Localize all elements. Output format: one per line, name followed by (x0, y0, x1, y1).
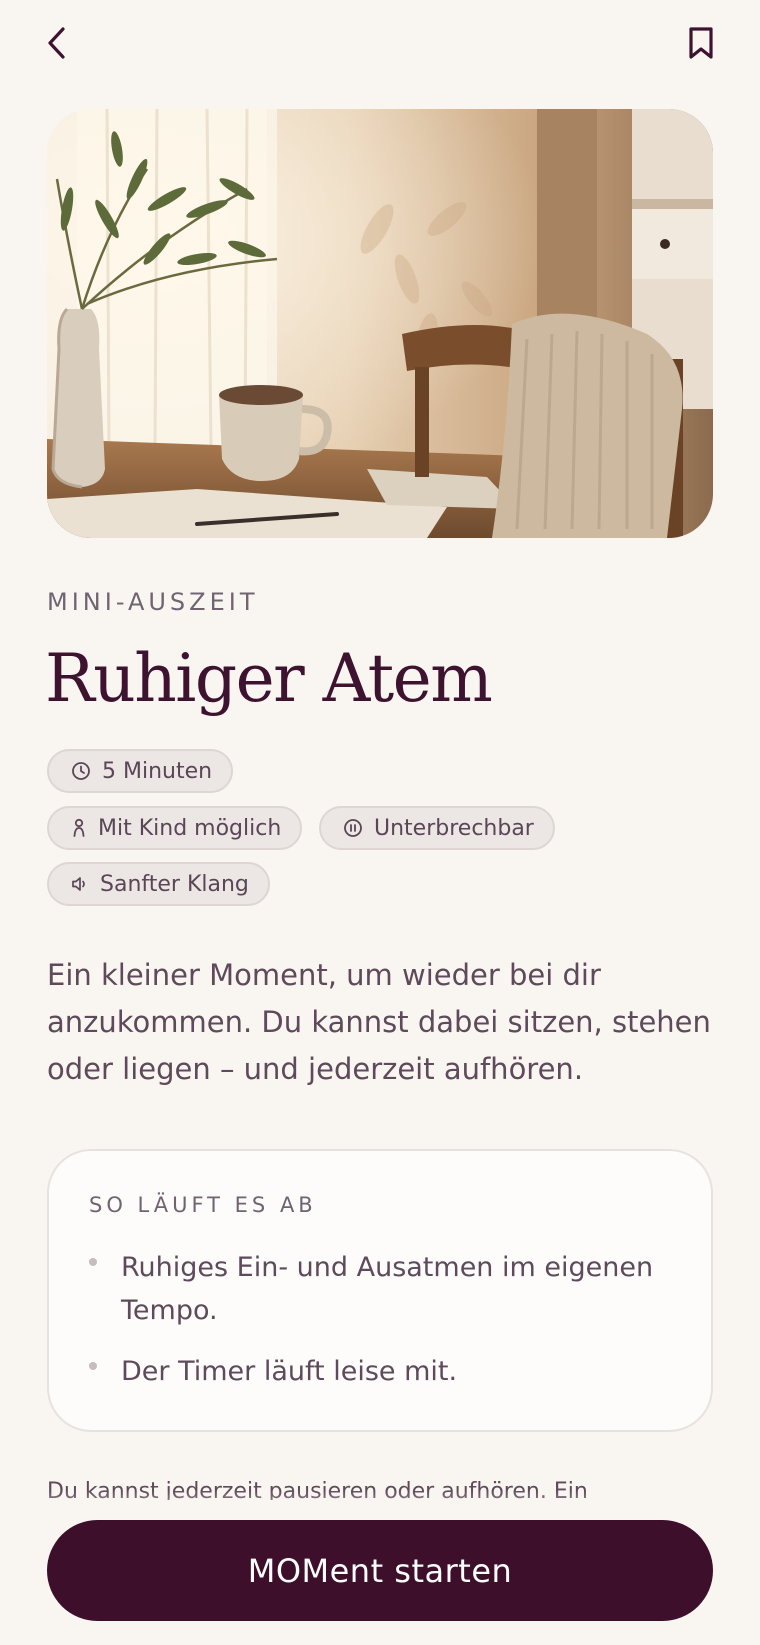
person-icon (73, 818, 85, 837)
bullet-dot (89, 1258, 97, 1266)
page-title: Ruhiger Atem (45, 640, 493, 717)
bookmark-icon (689, 27, 713, 59)
list-item: Der Timer läuft leise mit. (89, 1350, 669, 1393)
pause-icon (344, 819, 362, 837)
bullet-dot (89, 1362, 97, 1370)
chip-sound: Sanfter Klang (47, 862, 270, 906)
description: Ein kleiner Moment, um wieder bei dir an… (47, 958, 711, 1086)
chip-label: Sanfter Klang (100, 871, 249, 897)
steps-heading: SO LÄUFT ES AB (89, 1193, 317, 1217)
list-item-text: Der Timer läuft leise mit. (121, 1356, 458, 1387)
hero-image (47, 109, 713, 538)
chip-pausable: Unterbrechbar (319, 806, 555, 850)
chip-with-child: Mit Kind möglich (47, 806, 303, 850)
clock-icon (72, 762, 90, 780)
start-moment-button[interactable]: MOMent starten (47, 1520, 713, 1621)
list-item-text: Ruhiges Ein- und Ausatmen im eigenen Tem… (121, 1252, 654, 1326)
speaker-icon (72, 877, 85, 891)
chevron-left-icon (48, 27, 65, 59)
chip-duration: 5 Minuten (47, 749, 234, 793)
steps-card: SO LÄUFT ES AB Ruhiges Ein- und Ausatmen… (47, 1149, 713, 1432)
back-button[interactable] (33, 19, 81, 67)
top-bar (0, 0, 760, 90)
chip-label: Unterbrechbar (374, 815, 534, 841)
category-label: MINI-AUSZEIT (47, 588, 259, 616)
chip-label: Mit Kind möglich (98, 815, 282, 841)
list-item: Ruhiges Ein- und Ausatmen im eigenen Tem… (89, 1246, 669, 1332)
bookmark-button[interactable] (677, 19, 725, 67)
chip-label: 5 Minuten (102, 758, 213, 784)
